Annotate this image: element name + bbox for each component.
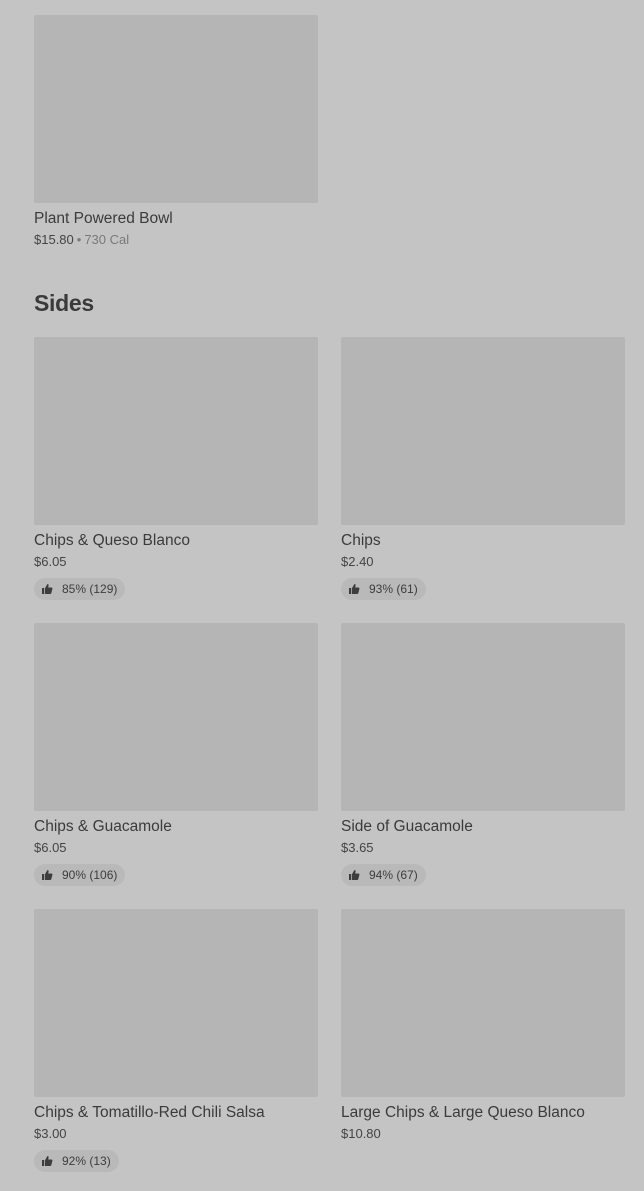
menu-item-card[interactable]: Chips & Guacamole $6.05 90% (106) [34,623,318,886]
meta-separator: • [76,232,82,247]
rating-text: 93% (61) [369,582,418,596]
item-image[interactable] [341,909,625,1097]
thumbs-up-icon [349,584,360,594]
rating-badge: 92% (13) [34,1150,119,1172]
menu-item-card[interactable]: Chips & Queso Blanco $6.05 85% (129) [34,337,318,600]
item-price: $15.80 [34,232,74,247]
item-name: Large Chips & Large Queso Blanco [341,1104,585,1121]
menu-item-card[interactable]: Chips & Tomatillo-Red Chili Salsa $3.00 … [34,909,318,1172]
item-image[interactable] [34,623,318,811]
rating-badge: 90% (106) [34,864,126,886]
rating-text: 94% (67) [369,868,418,882]
item-image[interactable] [341,337,625,525]
rating-text: 90% (106) [62,868,118,882]
item-name: Plant Powered Bowl [34,210,173,227]
item-image[interactable] [341,623,625,811]
item-name: Chips [341,532,381,549]
menu-page: Plant Powered Bowl $15.80 • 730 Cal Sides … [0,0,644,1191]
rating-text: 92% (13) [62,1154,111,1168]
menu-item-card[interactable]: Chips $2.40 93% (61) [341,337,625,600]
item-name: Side of Guacamole [341,818,473,835]
item-price: $2.40 [341,554,374,569]
item-price: $6.05 [34,554,67,569]
item-price: $3.00 [34,1126,67,1141]
menu-item-card[interactable]: Plant Powered Bowl $15.80 • 730 Cal [34,15,318,248]
thumbs-up-icon [42,584,53,594]
item-price: $6.05 [34,840,67,855]
menu-item-card[interactable]: Large Chips & Large Queso Blanco $10.80 [341,909,625,1142]
item-price: $10.80 [341,1126,381,1141]
thumbs-up-icon [42,870,53,880]
thumbs-up-icon [349,870,360,880]
thumbs-up-icon [42,1156,53,1166]
menu-item-card[interactable]: Side of Guacamole $3.65 94% (67) [341,623,625,886]
rating-badge: 85% (129) [34,578,126,600]
item-name: Chips & Tomatillo-Red Chili Salsa [34,1104,265,1121]
section-title-sides: Sides [34,290,94,316]
item-meta: $15.80 • 730 Cal [34,232,318,248]
item-image[interactable] [34,909,318,1097]
item-name: Chips & Queso Blanco [34,532,190,549]
item-image[interactable] [34,337,318,525]
rating-badge: 94% (67) [341,864,426,886]
rating-badge: 93% (61) [341,578,426,600]
rating-text: 85% (129) [62,582,118,596]
item-image[interactable] [34,15,318,203]
item-name: Chips & Guacamole [34,818,172,835]
item-price: $3.65 [341,840,374,855]
item-calories: 730 Cal [84,232,130,247]
